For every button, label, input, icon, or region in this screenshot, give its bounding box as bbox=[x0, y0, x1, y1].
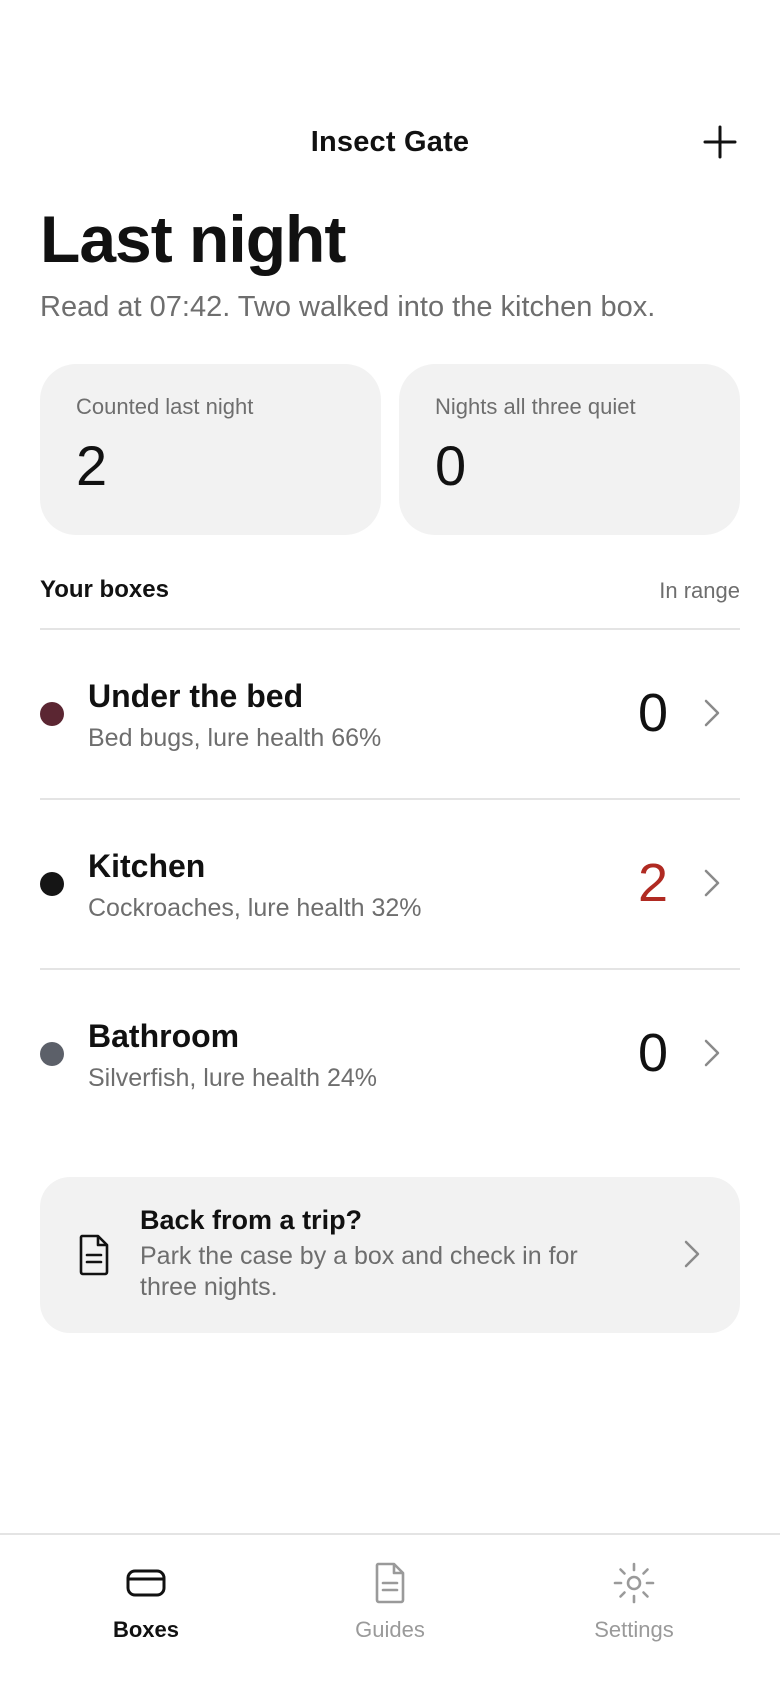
trip-card-body: Park the case by a box and check in for … bbox=[140, 1242, 578, 1301]
tab-label: Guides bbox=[355, 1617, 425, 1642]
box-row-kitchen[interactable]: Kitchen Cockroaches, lure health 32% 2 bbox=[40, 800, 740, 970]
stat-value: 0 bbox=[435, 434, 467, 497]
stat-card-quiet-nights: Nights all three quiet 0 bbox=[399, 364, 740, 535]
box-color-dot bbox=[40, 872, 64, 896]
box-row-bathroom[interactable]: Bathroom Silverfish, lure health 24% 0 bbox=[40, 970, 740, 1138]
stat-label: Nights all three quiet bbox=[435, 394, 636, 419]
box-count: 0 bbox=[637, 1023, 668, 1083]
tab-boxes[interactable]: Boxes bbox=[46, 1561, 246, 1661]
stat-label: Counted last night bbox=[76, 394, 254, 419]
app-title: Insect Gate bbox=[310, 126, 470, 158]
document-icon bbox=[375, 1562, 405, 1604]
trip-card-title: Back from a trip? bbox=[140, 1205, 363, 1235]
sun-gear-icon bbox=[613, 1562, 655, 1604]
box-row-under-the-bed[interactable]: Under the bed Bed bugs, lure health 66% … bbox=[40, 630, 740, 800]
section-title: Your boxes bbox=[40, 576, 169, 603]
add-box-button[interactable] bbox=[696, 118, 744, 166]
stat-card-counted: Counted last night 2 bbox=[40, 364, 381, 535]
tab-guides[interactable]: Guides bbox=[290, 1561, 490, 1661]
section-aside: In range bbox=[659, 578, 740, 603]
box-count: 2 bbox=[637, 853, 668, 913]
bottom-tab-bar: Boxes Guides Settings bbox=[0, 1533, 780, 1690]
tab-label: Boxes bbox=[112, 1617, 180, 1642]
box-name: Kitchen bbox=[88, 848, 206, 884]
page-subtitle: Read at 07:42. Two walked into the kitch… bbox=[40, 291, 656, 323]
box-description: Silverfish, lure health 24% bbox=[88, 1064, 378, 1092]
box-description: Cockroaches, lure health 32% bbox=[88, 894, 422, 922]
box-color-dot bbox=[40, 702, 64, 726]
box-count: 0 bbox=[637, 683, 668, 743]
plus-icon bbox=[703, 125, 737, 159]
box-icon bbox=[126, 1569, 166, 1597]
top-bar: Insect Gate bbox=[0, 112, 780, 178]
box-description: Bed bugs, lure health 66% bbox=[88, 724, 382, 752]
box-name: Under the bed bbox=[88, 678, 304, 714]
chevron-right-icon bbox=[704, 699, 720, 727]
chevron-right-icon bbox=[684, 1240, 700, 1268]
box-color-dot bbox=[40, 1042, 64, 1066]
tab-settings[interactable]: Settings bbox=[534, 1561, 734, 1661]
tab-label: Settings bbox=[594, 1617, 674, 1642]
boxes-section-header: Your boxes In range bbox=[40, 572, 740, 630]
trip-checkin-card[interactable]: Back from a trip? Park the case by a box… bbox=[40, 1177, 740, 1333]
chevron-right-icon bbox=[704, 869, 720, 897]
document-icon bbox=[79, 1234, 109, 1276]
box-name: Bathroom bbox=[88, 1018, 240, 1054]
stat-value: 2 bbox=[76, 434, 108, 497]
page-title: Last night bbox=[40, 202, 346, 276]
chevron-right-icon bbox=[704, 1039, 720, 1067]
